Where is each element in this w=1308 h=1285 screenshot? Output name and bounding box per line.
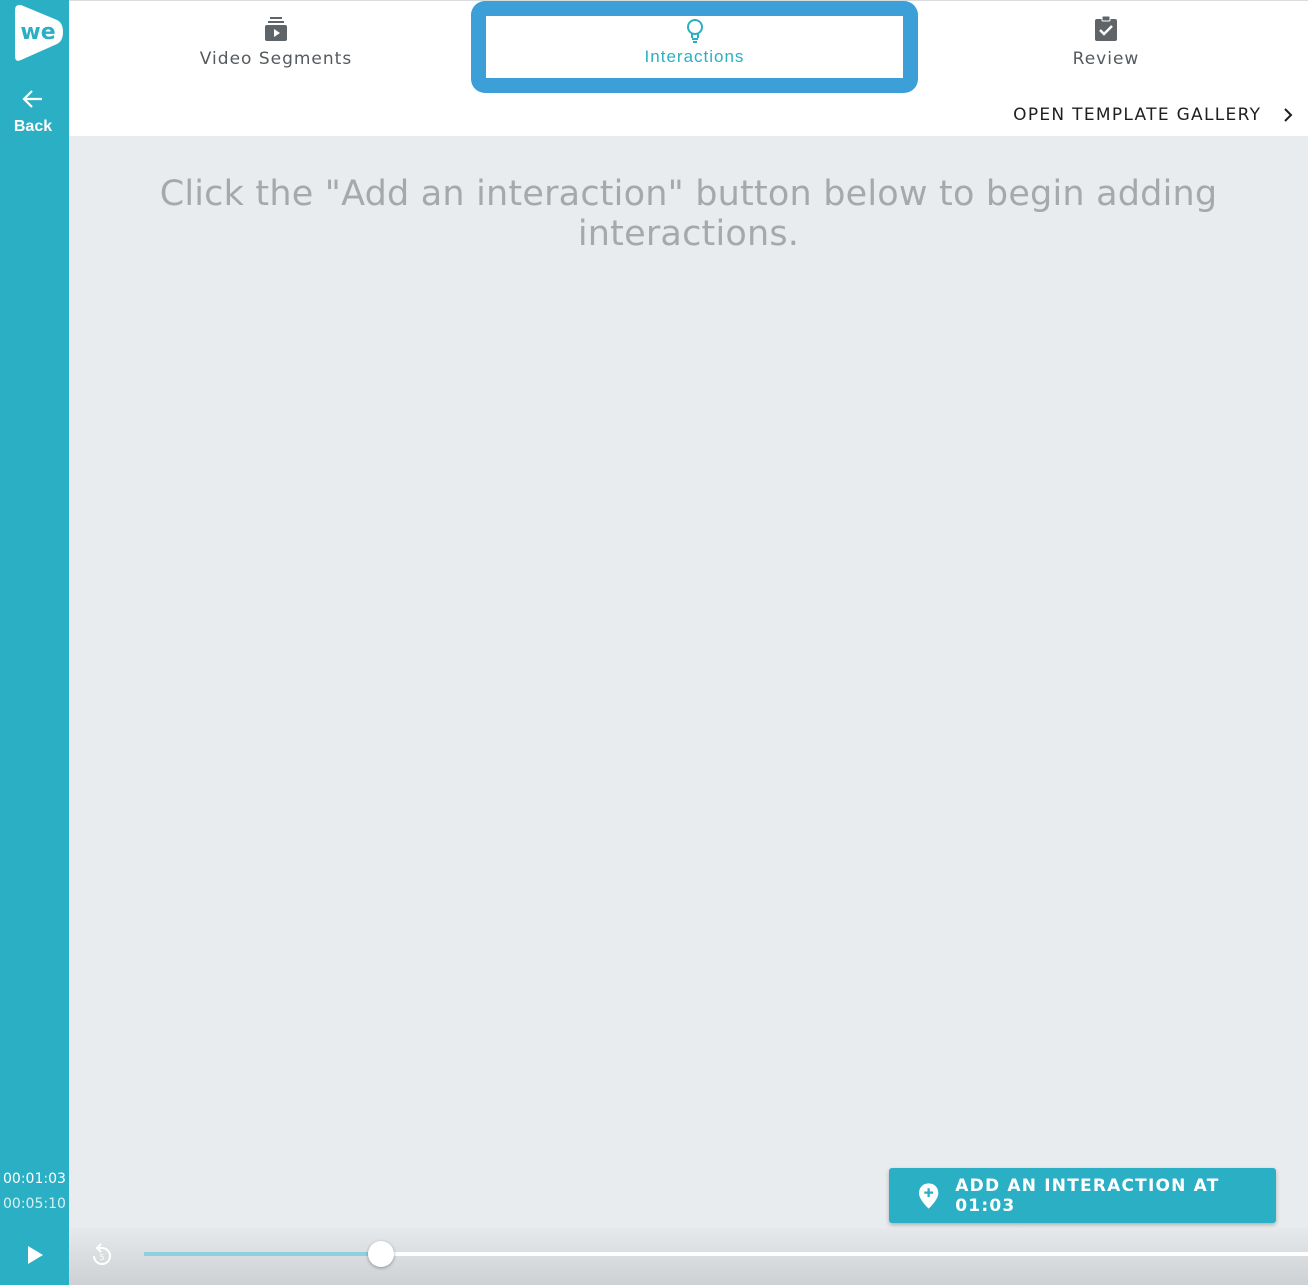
add-interaction-label: ADD AN INTERACTION AT 01:03 xyxy=(955,1175,1220,1216)
player-bar: 5 xyxy=(69,1228,1308,1285)
arrow-left-icon xyxy=(22,90,42,108)
sidebar: we Back 00:01:03 00:05:10 xyxy=(0,0,69,1285)
back-label: Back xyxy=(13,118,53,135)
open-template-gallery-link[interactable]: OPEN TEMPLATE GALLERY xyxy=(1013,105,1294,125)
step-tabs: Video Segments Interactions Review OPEN … xyxy=(69,0,1308,137)
tab-review[interactable]: Review xyxy=(1031,15,1181,69)
timeline-progress xyxy=(144,1252,381,1256)
logo-text: we xyxy=(20,20,55,45)
total-time: 00:05:10 xyxy=(3,1196,66,1212)
we-logo: we xyxy=(15,4,63,61)
clipboard-check-icon xyxy=(1095,15,1117,41)
lightbulb-icon xyxy=(686,19,703,43)
timeline-scrubber[interactable] xyxy=(367,1241,394,1267)
current-time: 00:01:03 xyxy=(3,1171,66,1187)
tab-label: Interactions xyxy=(644,47,745,66)
svg-text:5: 5 xyxy=(99,1253,104,1262)
replay-5-icon[interactable]: 5 xyxy=(89,1241,115,1269)
gallery-label: OPEN TEMPLATE GALLERY xyxy=(1013,105,1262,125)
tab-interactions[interactable]: Interactions xyxy=(471,1,918,93)
play-icon[interactable] xyxy=(24,1243,46,1267)
tab-label: Review xyxy=(1072,49,1140,69)
tab-label: Video Segments xyxy=(199,49,353,69)
video-stack-icon xyxy=(265,17,287,41)
interactions-canvas: Click the "Add an interaction" button be… xyxy=(69,136,1308,1228)
empty-state-hint: Click the "Add an interaction" button be… xyxy=(159,174,1218,254)
timeline-track[interactable] xyxy=(144,1241,1308,1267)
back-button[interactable]: Back xyxy=(0,86,66,136)
map-pin-plus-icon xyxy=(918,1182,939,1209)
add-interaction-button[interactable]: ADD AN INTERACTION AT 01:03 xyxy=(889,1168,1276,1223)
tab-video-segments[interactable]: Video Segments xyxy=(181,15,371,69)
chevron-right-icon xyxy=(1284,108,1293,122)
